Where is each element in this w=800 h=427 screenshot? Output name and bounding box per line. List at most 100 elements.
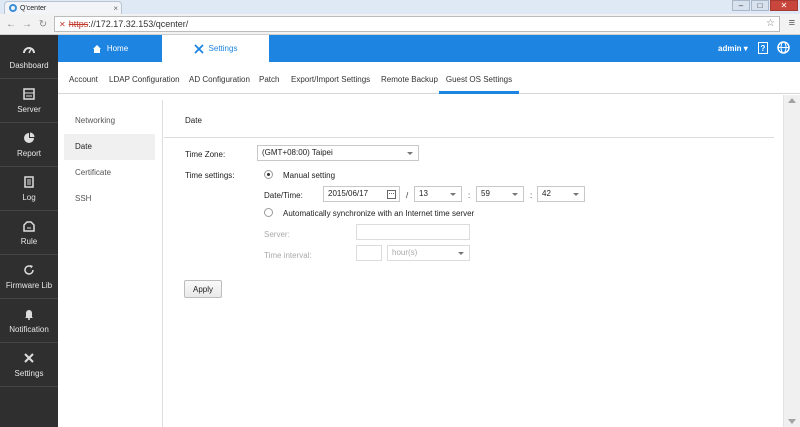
appnav-item-settings[interactable]: Settings [0,343,58,387]
appnav-label: Notification [9,324,49,334]
qcenter-favicon-icon [9,4,17,12]
url-path: ://172.17.32.153/qcenter/ [88,19,189,29]
home-icon [92,44,101,53]
second-value: 42 [542,189,551,198]
manual-setting-label: Manual setting [283,171,336,180]
refresh-icon [24,264,34,275]
page-title: Date [185,116,202,125]
browser-tab[interactable]: Q'center × [4,1,122,14]
chevron-down-icon [512,193,518,196]
back-arrow-icon[interactable]: ← [4,17,18,31]
bookmark-star-icon[interactable]: ☆ [766,18,775,29]
tab-ldap-configuration[interactable]: LDAP Configuration [109,62,180,94]
address-bar[interactable]: ✕ https ://172.17.32.153/qcenter/ ☆ [54,16,780,32]
chevron-down-icon [458,252,464,255]
forward-arrow-icon[interactable]: → [20,17,34,31]
server-label: Server: [264,230,290,239]
browser-titlebar: Q'center × – □ ✕ [0,0,800,14]
timezone-label: Time Zone: [185,150,226,159]
server-input[interactable] [356,224,470,240]
tab-patch[interactable]: Patch [259,62,279,94]
hour-select[interactable]: 13 [414,186,462,202]
datetime-label: Date/Time: [264,191,303,200]
tab-home[interactable]: Home [58,35,162,62]
settings-subnav: Account LDAP Configuration AD Configurat… [58,62,800,94]
sidemenu-item-networking[interactable]: Networking [64,108,162,134]
rule-icon [23,220,35,232]
appnav-label: Firmware Lib [5,280,53,290]
tab-home-label: Home [106,44,129,53]
sidemenu-item-ssh[interactable]: SSH [64,186,162,212]
second-select[interactable]: 42 [537,186,585,202]
sidemenu-item-date[interactable]: Date [64,134,155,160]
help-icon[interactable]: ? [758,42,768,54]
date-input[interactable]: 2015/06/17 [323,186,400,202]
reload-icon[interactable]: ↻ [36,17,50,31]
appnav-label: Report [16,148,41,158]
tab-account[interactable]: Account [69,62,98,94]
appnav-item-notification[interactable]: Notification [0,299,58,343]
app-sidebar: Dashboard Server Report Log Rule Firmwar… [0,35,58,427]
scroll-up-icon[interactable] [788,98,796,103]
scroll-down-icon[interactable] [788,419,796,424]
auto-sync-radio[interactable] [264,208,273,217]
time-settings-label: Time settings: [185,171,235,180]
sidemenu-item-certificate[interactable]: Certificate [64,160,162,186]
window-close-icon[interactable]: ✕ [770,0,798,11]
interval-unit-value: hour(s) [392,248,418,257]
maximize-icon[interactable]: □ [751,0,769,11]
user-name: admin [718,44,742,53]
timezone-select[interactable]: (GMT+08:00) Taipei [257,145,419,161]
tab-remote-backup[interactable]: Remote Backup [381,62,438,94]
timezone-value: (GMT+08:00) Taipei [262,148,333,157]
chevron-down-icon [450,193,456,196]
minute-select[interactable]: 59 [476,186,524,202]
apply-button[interactable]: Apply [184,280,222,298]
chevron-down-icon [407,152,413,155]
page-scrollbar[interactable] [783,95,800,427]
browser-tab-title: Q'center [20,4,47,12]
appnav-label: Log [22,192,36,202]
hour-value: 13 [419,189,428,198]
time-interval-label: Time interval: [264,251,312,260]
appnav-item-firmware-lib[interactable]: Firmware Lib [0,255,58,299]
appnav-label: Rule [20,236,38,246]
appnav-item-dashboard[interactable]: Dashboard [0,35,58,79]
tab-close-icon[interactable]: × [113,4,118,13]
insecure-lock-icon: ✕ [59,19,66,29]
tab-export-import-settings[interactable]: Export/Import Settings [291,62,370,94]
auto-sync-label: Automatically synchronize with an Intern… [283,209,475,218]
time-interval-input[interactable] [356,245,382,261]
time-interval-unit-select[interactable]: hour(s) [387,245,470,261]
appnav-label: Dashboard [9,60,49,70]
appnav-item-rule[interactable]: Rule [0,211,58,255]
manual-setting-radio[interactable] [264,170,273,179]
pie-chart-icon [24,132,35,143]
chevron-down-icon: ▾ [743,44,748,53]
calendar-icon[interactable] [387,190,396,199]
log-icon [24,175,34,188]
tab-ad-configuration[interactable]: AD Configuration [189,62,250,94]
minimize-icon[interactable]: – [732,0,750,11]
tab-settings[interactable]: Settings [162,35,269,62]
appnav-label: Server [17,104,41,114]
tab-guest-os-settings[interactable]: Guest OS Settings [439,62,519,94]
tools-icon [24,352,34,363]
appnav-item-server[interactable]: Server [0,79,58,123]
user-menu[interactable]: admin ▾ [718,44,748,53]
bell-icon [25,309,33,320]
globe-icon[interactable] [777,41,790,54]
browser-menu-icon[interactable]: ≡ [789,17,795,29]
date-value: 2015/06/17 [328,189,369,198]
settings-tools-icon [193,43,204,54]
appnav-item-report[interactable]: Report [0,123,58,167]
divider [164,137,774,138]
time-colon: : [530,191,533,200]
guest-os-sidemenu: Networking Date Certificate SSH [64,100,163,427]
window-controls: – □ ✕ [731,0,798,11]
appnav-item-log[interactable]: Log [0,167,58,211]
browser-toolbar: ← → ↻ ✕ https ://172.17.32.153/qcenter/ … [0,14,800,35]
url-scheme: https [68,19,89,29]
server-icon [23,87,35,100]
dashboard-icon [23,46,35,53]
